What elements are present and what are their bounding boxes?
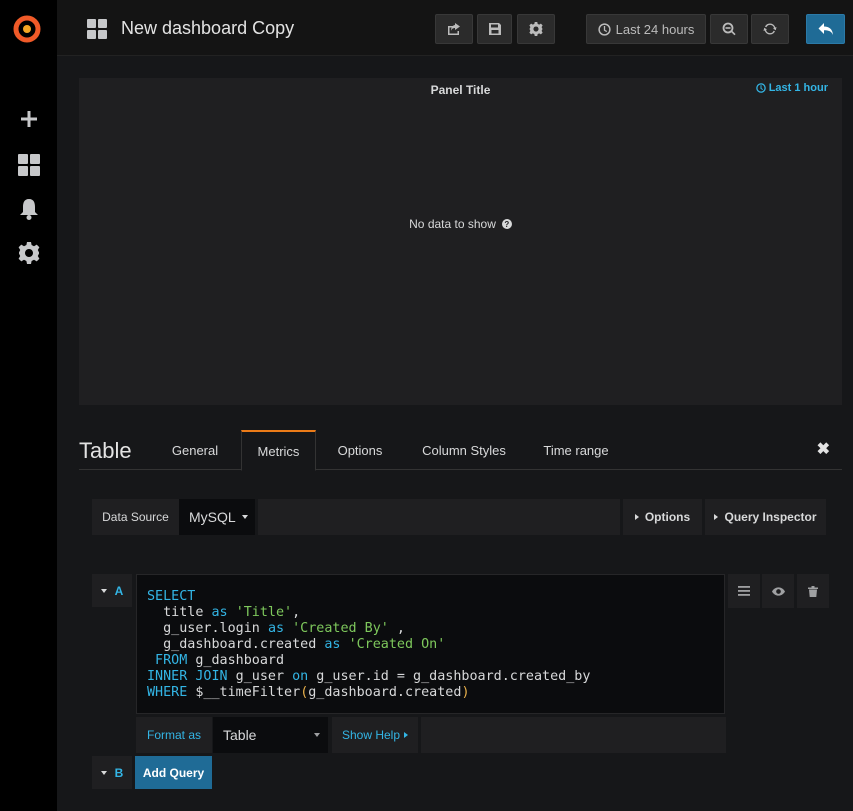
query-inspector-label: Query Inspector: [724, 510, 817, 524]
no-data-text: No data to show: [409, 217, 496, 231]
data-source-select[interactable]: MySQL: [179, 499, 255, 535]
sql-string: 'Created By': [292, 621, 389, 636]
sql-text: title: [147, 605, 212, 620]
sql-text: g_user.id = g_dashboard.created_by: [308, 669, 591, 684]
data-source-label: Data Source: [92, 499, 179, 535]
clock-icon: [755, 83, 766, 93]
sql-text: ,: [388, 621, 405, 636]
sql-keyword: on: [292, 669, 309, 684]
settings-button[interactable]: [517, 14, 555, 44]
sql-text: g_user.login: [147, 621, 268, 636]
no-data-message: No data to show ?: [79, 217, 842, 231]
sql-keyword: SELECT: [147, 589, 196, 604]
panel-time-override: Last 1 hour: [755, 82, 828, 94]
gear-icon: [529, 22, 543, 36]
sidebar: [0, 0, 57, 811]
panel-title[interactable]: Panel Title: [79, 83, 842, 97]
tab-column-styles[interactable]: Column Styles: [409, 430, 519, 470]
query-inspector-button[interactable]: Query Inspector: [705, 499, 826, 535]
gear-icon[interactable]: [16, 240, 42, 266]
dashboards-icon[interactable]: [16, 152, 42, 178]
caret-down-icon: [314, 733, 320, 737]
caret-right-icon: [634, 514, 639, 520]
sql-keyword: as: [267, 621, 285, 636]
sql-text: g_user: [227, 669, 293, 684]
panel-time-label: Last 1 hour: [768, 82, 828, 94]
sql-string: 'Title': [235, 605, 293, 620]
panel-editor-header: Table General Metrics Options Column Sty…: [79, 430, 842, 471]
options-toggle-button[interactable]: Options: [623, 499, 702, 535]
query-a-toggle[interactable]: A: [92, 574, 132, 607]
save-icon: [488, 23, 501, 35]
query-b-letter: B: [114, 765, 124, 780]
tab-time-range[interactable]: Time range: [531, 430, 621, 470]
grafana-logo-icon[interactable]: [12, 14, 42, 44]
sql-text: g_dashboard.created: [308, 685, 462, 700]
query-a-letter: A: [114, 583, 124, 598]
clock-icon: [597, 22, 611, 36]
sql-keyword: as: [211, 605, 228, 620]
return-arrow-icon: [818, 23, 833, 35]
options-toggle-label: Options: [644, 510, 691, 524]
zoom-out-icon: [722, 22, 736, 36]
format-row-filler: [421, 717, 726, 753]
show-help-button[interactable]: Show Help: [332, 717, 418, 753]
format-as-select[interactable]: Table: [213, 717, 328, 753]
sql-string: 'Created On': [348, 637, 446, 652]
top-navbar: New dashboard Copy Last 24 hours: [57, 0, 853, 56]
caret-down-icon: [100, 588, 107, 593]
format-as-label: Format as: [136, 717, 212, 753]
save-button[interactable]: [477, 14, 512, 44]
sql-text: ,: [292, 605, 301, 620]
tab-metrics[interactable]: Metrics: [241, 430, 316, 471]
editor-title: Table: [79, 438, 132, 463]
toggle-query-visibility-button[interactable]: [762, 574, 794, 608]
eye-icon: [771, 586, 785, 596]
sql-text: g_dashboard.created: [147, 637, 325, 652]
sql-keyword: INNER JOIN: [147, 669, 228, 684]
panel: Panel Title Last 1 hour No data to show …: [79, 78, 842, 405]
add-query-button[interactable]: Add Query: [135, 756, 212, 789]
share-button[interactable]: [435, 14, 473, 44]
caret-right-icon: [714, 514, 719, 520]
sql-keyword: WHERE: [147, 685, 188, 700]
share-icon: [448, 23, 460, 35]
sql-query-editor[interactable]: SELECT title as 'Title', g_user.login as…: [136, 574, 725, 714]
sql-keyword: FROM: [147, 653, 188, 668]
hamburger-icon: [738, 586, 750, 596]
delete-query-button[interactable]: [797, 574, 829, 608]
time-range-picker[interactable]: Last 24 hours: [586, 14, 706, 44]
query-menu-button[interactable]: [728, 574, 760, 608]
sql-text: $__timeFilter: [187, 685, 301, 700]
close-icon[interactable]: ✖: [817, 439, 830, 459]
data-source-filler: [258, 499, 620, 535]
sql-text: g_dashboard: [187, 653, 285, 668]
data-source-value: MySQL: [189, 509, 236, 525]
format-as-value: Table: [223, 727, 257, 743]
back-to-dashboard-button[interactable]: [806, 14, 845, 44]
refresh-icon: [763, 23, 777, 35]
zoom-out-button[interactable]: [710, 14, 748, 44]
caret-down-icon: [241, 515, 248, 519]
time-range-label: Last 24 hours: [615, 21, 695, 37]
plus-icon[interactable]: [16, 106, 42, 132]
refresh-button[interactable]: [751, 14, 789, 44]
query-b-toggle[interactable]: B: [92, 756, 132, 789]
dashboard-grid-icon: [87, 19, 107, 39]
sql-keyword: as: [324, 637, 341, 652]
bell-icon[interactable]: [16, 196, 42, 222]
dashboard-title[interactable]: New dashboard Copy: [121, 18, 294, 39]
question-circle-icon[interactable]: ?: [501, 219, 512, 229]
caret-right-icon: [404, 732, 409, 738]
show-help-label: Show Help: [341, 728, 401, 742]
caret-down-icon: [100, 770, 107, 775]
tab-options[interactable]: Options: [324, 430, 396, 470]
tab-general[interactable]: General: [159, 430, 231, 470]
trash-icon: [808, 585, 818, 597]
sql-paren: ): [461, 685, 470, 700]
